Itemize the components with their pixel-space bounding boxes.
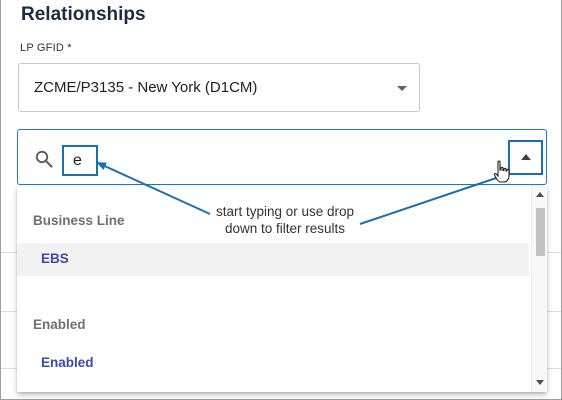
background-divider (547, 252, 561, 253)
background-divider (547, 311, 561, 312)
option-label: EBS (41, 251, 69, 266)
chevron-down-icon[interactable] (397, 86, 407, 91)
scroll-up-icon[interactable] (536, 192, 544, 197)
lp-gfid-select[interactable]: ZCME/P3135 - New York (D1CM) (18, 63, 420, 112)
search-icon (35, 150, 53, 168)
caret-up-icon[interactable] (521, 154, 531, 160)
background-divider (1, 368, 18, 369)
background-divider (1, 252, 18, 253)
background-divider (547, 368, 561, 369)
dropdown-toggle-button[interactable] (508, 140, 543, 175)
background-divider (1, 311, 18, 312)
option-label: Enabled (41, 355, 94, 370)
dropdown-scrollbar[interactable] (531, 186, 547, 392)
lp-gfid-selected-value: ZCME/P3135 - New York (D1CM) (34, 79, 258, 96)
scrollbar-thumb[interactable] (536, 208, 545, 256)
page-title: Relationships (21, 4, 146, 25)
option-ebs[interactable]: EBS (17, 243, 529, 276)
search-text-highlight: e (62, 145, 98, 176)
filter-search-field[interactable]: e (17, 129, 547, 185)
group-header-business-line: Business Line (33, 213, 125, 228)
annotation-text: start typing or use drop down to filter … (212, 203, 358, 237)
hand-cursor-icon (493, 160, 510, 183)
option-enabled[interactable]: Enabled (17, 347, 529, 380)
lp-gfid-label: LP GFID * (20, 42, 72, 54)
group-header-enabled: Enabled (33, 317, 86, 332)
search-input[interactable]: e (73, 152, 82, 170)
scroll-down-icon[interactable] (536, 380, 544, 385)
